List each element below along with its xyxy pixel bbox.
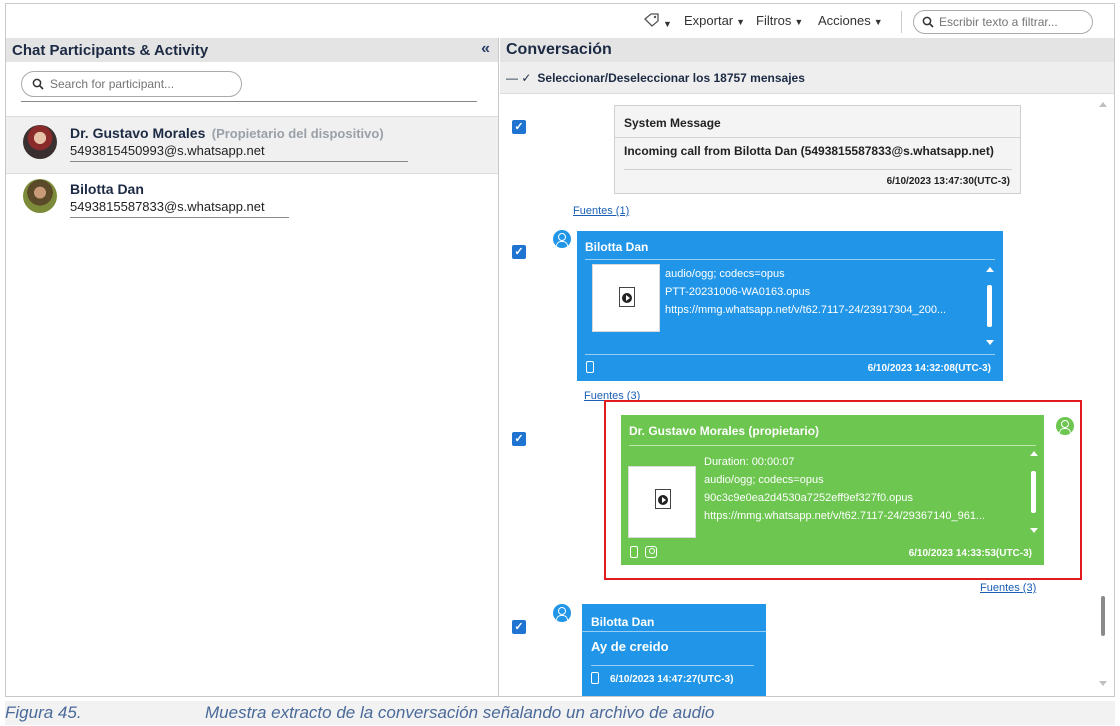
scroll-up-icon[interactable] [986,267,994,272]
filter-search-input[interactable] [939,15,1089,29]
attachment-mime: audio/ogg; codecs=opus [665,268,785,280]
conversation-header: Conversación [500,38,1114,62]
conversation-title: Conversación [506,41,612,58]
caption-number: Figura 45. [5,703,82,722]
message-timestamp: 6/10/2023 14:32:08(UTC-3) [867,363,991,374]
scroll-down-icon[interactable] [1099,681,1107,686]
divider [585,354,995,355]
search-icon [32,78,44,90]
participant-number: 5493815587833@s.whatsapp.net [70,199,289,218]
chevron-down-icon: ▼ [663,19,672,29]
participant-search-input[interactable] [50,77,230,91]
filters-label: Filtros [756,13,792,28]
export-menu[interactable]: Exportar ▼ [684,13,745,28]
message-checkbox[interactable]: ✓ [512,620,526,634]
attachment-url: https://mmg.whatsapp.net/v/t62.7117-24/2… [665,304,947,316]
app-window: ▼ Exportar▼ Filtros▼ Acciones▼ Chat Part… [5,3,1115,697]
export-label: Exportar [684,13,734,28]
message-checkbox[interactable]: ✓ [512,432,526,446]
scroll-thumb[interactable] [987,285,992,327]
audio-thumbnail[interactable] [592,264,660,332]
system-message-bubble: System Message Incoming call from Bilott… [614,105,1021,194]
chevron-down-icon: ▼ [736,17,746,27]
message-timestamp: 6/10/2023 14:47:27(UTC-3) [610,674,734,685]
chevron-down-icon: ▼ [794,17,804,27]
participant-role: (Propietario del dispositivo) [211,126,384,141]
scroll-thumb[interactable] [1101,596,1105,636]
actions-label: Acciones [818,13,871,28]
caption-text: Muestra extracto de la conversación seña… [205,703,715,722]
collapse-panel-icon[interactable]: « [481,40,490,58]
tag-icon [644,13,659,27]
message-sender: System Message [624,116,721,130]
conversation-scrollbar[interactable] [1098,96,1108,694]
scroll-up-icon[interactable] [1099,102,1107,107]
participant-search-box[interactable] [21,71,242,97]
divider [585,259,995,260]
tag-filter-button[interactable]: ▼ [644,13,672,30]
message-checkbox[interactable]: ✓ [512,120,526,134]
attachment-scrollbar[interactable] [985,267,995,345]
incoming-message-bubble: Bilotta Dan audio/ogg; codecs=opus PTT-2… [577,231,1003,381]
message-body: Incoming call from Bilotta Dan (54938155… [624,144,994,158]
participant-name: Bilotta Dan [70,181,144,197]
select-all-bar[interactable]: — ✓ Seleccionar/Deseleccionar los 18757 … [500,62,1114,94]
participants-panel: Chat Participants & Activity « Dr. Gusta… [6,38,499,696]
figure-caption: Figura 45. Muestra extracto de la conver… [5,701,1115,725]
audio-file-icon [619,287,635,307]
divider [582,631,766,632]
avatar [23,179,57,213]
avatar [23,125,57,159]
sources-link[interactable]: Fuentes (1) [573,205,629,217]
phone-icon [591,672,599,684]
filters-menu[interactable]: Filtros ▼ [756,13,803,28]
filter-search-box[interactable] [913,10,1093,34]
toolbar-divider [901,11,902,33]
actions-menu[interactable]: Acciones ▼ [818,13,883,28]
participant-item[interactable]: Dr. Gustavo Morales (Propietario del dis… [6,116,498,174]
divider [615,137,1020,138]
attachment-filename: PTT-20231006-WA0163.opus [665,286,811,298]
divider [624,169,1012,170]
participant-number: 5493815450993@s.whatsapp.net [70,143,408,162]
participants-header: Chat Participants & Activity « [6,38,498,62]
message-checkbox[interactable]: ✓ [512,245,526,259]
participants-title: Chat Participants & Activity [12,41,209,59]
highlight-box [604,400,1082,580]
phone-icon [586,361,594,373]
attachment-info: audio/ogg; codecs=opus PTT-20231006-WA01… [665,265,946,319]
message-body: Ay de creido [591,639,669,654]
contact-avatar-icon [553,230,571,248]
sources-link[interactable]: Fuentes (3) [980,582,1036,594]
play-icon [622,293,632,303]
message-sender: Bilotta Dan [585,240,649,254]
chevron-down-icon: ▼ [873,17,883,27]
message-timestamp: 6/10/2023 13:47:30(UTC-3) [886,176,1010,187]
search-icon [922,16,934,28]
select-all-toggle-icon[interactable]: — ✓ [506,71,531,85]
conversation-panel: Conversación — ✓ Seleccionar/Deseleccion… [500,38,1114,696]
contact-avatar-icon [553,604,571,622]
participant-item[interactable]: Bilotta Dan 5493815587833@s.whatsapp.net [6,174,498,232]
toolbar: ▼ Exportar ▼ Filtros ▼ Acciones ▼ [6,4,1114,38]
message-sender: Bilotta Dan [591,615,655,629]
incoming-message-bubble: Bilotta Dan Ay de creido 6/10/2023 14:47… [582,604,766,696]
scroll-down-icon[interactable] [986,340,994,345]
search-divider [21,101,477,102]
select-all-label: Seleccionar/Deseleccionar los 18757 mens… [537,70,805,85]
participant-name: Dr. Gustavo Morales [70,125,206,141]
divider [591,665,754,666]
